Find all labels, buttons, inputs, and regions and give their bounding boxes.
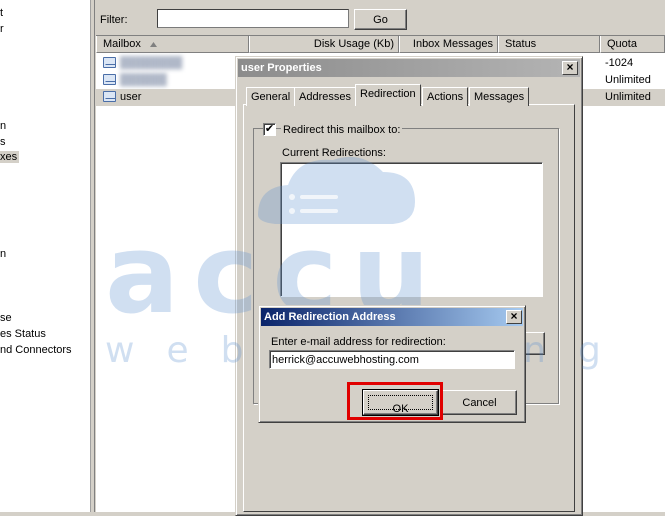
filter-label: Filter: xyxy=(100,14,128,26)
column-header-inbox-messages[interactable]: Inbox Messages xyxy=(399,36,498,53)
quota-cell: -1024 xyxy=(605,57,634,69)
triangle-up-icon xyxy=(149,41,157,47)
mailbox-name-redacted: ██████ xyxy=(120,74,167,86)
redirect-checkbox-label: Redirect this mailbox to: xyxy=(281,124,403,136)
column-header-mailbox[interactable]: Mailbox xyxy=(96,36,249,53)
tab-redirection[interactable]: Redirection xyxy=(355,84,421,106)
add-redirection-dialog: Add Redirection Address × Enter e-mail a… xyxy=(258,305,526,423)
nav-item[interactable]: es Status xyxy=(0,328,46,340)
column-header-quota[interactable]: Quota xyxy=(600,36,665,53)
nav-item[interactable]: s xyxy=(0,136,6,148)
pane-splitter[interactable] xyxy=(91,0,95,512)
email-prompt-label: Enter e-mail address for redirection: xyxy=(271,336,446,348)
ok-button-label: OK xyxy=(392,402,409,415)
close-icon[interactable]: × xyxy=(562,61,578,75)
tab-messages[interactable]: Messages xyxy=(469,87,530,106)
close-icon[interactable]: × xyxy=(506,310,522,324)
nav-item[interactable]: n xyxy=(0,120,6,132)
nav-item[interactable]: t xyxy=(0,7,3,19)
nav-item[interactable]: r xyxy=(0,23,4,35)
ok-button[interactable]: OK xyxy=(362,389,439,416)
nav-item[interactable]: se xyxy=(0,312,12,324)
navigation-tree[interactable]: t r n s xes n se es Status nd Connectors xyxy=(0,0,91,512)
nav-item[interactable]: n xyxy=(0,248,6,260)
add-button-partial[interactable] xyxy=(525,332,545,355)
tab-addresses[interactable]: Addresses xyxy=(294,87,356,106)
tab-actions[interactable]: Actions xyxy=(422,87,469,106)
tab-general[interactable]: General xyxy=(246,87,296,106)
current-redirections-list[interactable] xyxy=(280,162,543,297)
dialog-title: Add Redirection Address xyxy=(261,308,523,326)
redirect-checkbox[interactable]: ✔ xyxy=(263,123,276,136)
column-header-disk-usage[interactable]: Disk Usage (Kb) xyxy=(249,36,399,53)
current-redirections-label: Current Redirections: xyxy=(282,147,386,159)
quota-cell: Unlimited xyxy=(605,74,651,86)
nav-item[interactable]: nd Connectors xyxy=(0,344,72,356)
dialog-title: user Properties xyxy=(238,59,580,77)
mailbox-icon xyxy=(103,57,116,68)
redirection-email-input[interactable] xyxy=(269,350,515,369)
mailbox-name-cell: user xyxy=(120,91,142,103)
nav-item-selected[interactable]: xes xyxy=(0,151,20,163)
column-header-label: Mailbox xyxy=(103,38,141,50)
mailbox-name-redacted: ████████ xyxy=(120,57,183,69)
cancel-button[interactable]: Cancel xyxy=(442,390,517,415)
mailbox-icon xyxy=(103,74,116,85)
column-header-status[interactable]: Status xyxy=(498,36,600,53)
mailbox-icon xyxy=(103,91,116,102)
go-button[interactable]: Go xyxy=(354,9,407,30)
filter-input[interactable] xyxy=(157,9,349,28)
quota-cell: Unlimited xyxy=(605,91,651,103)
